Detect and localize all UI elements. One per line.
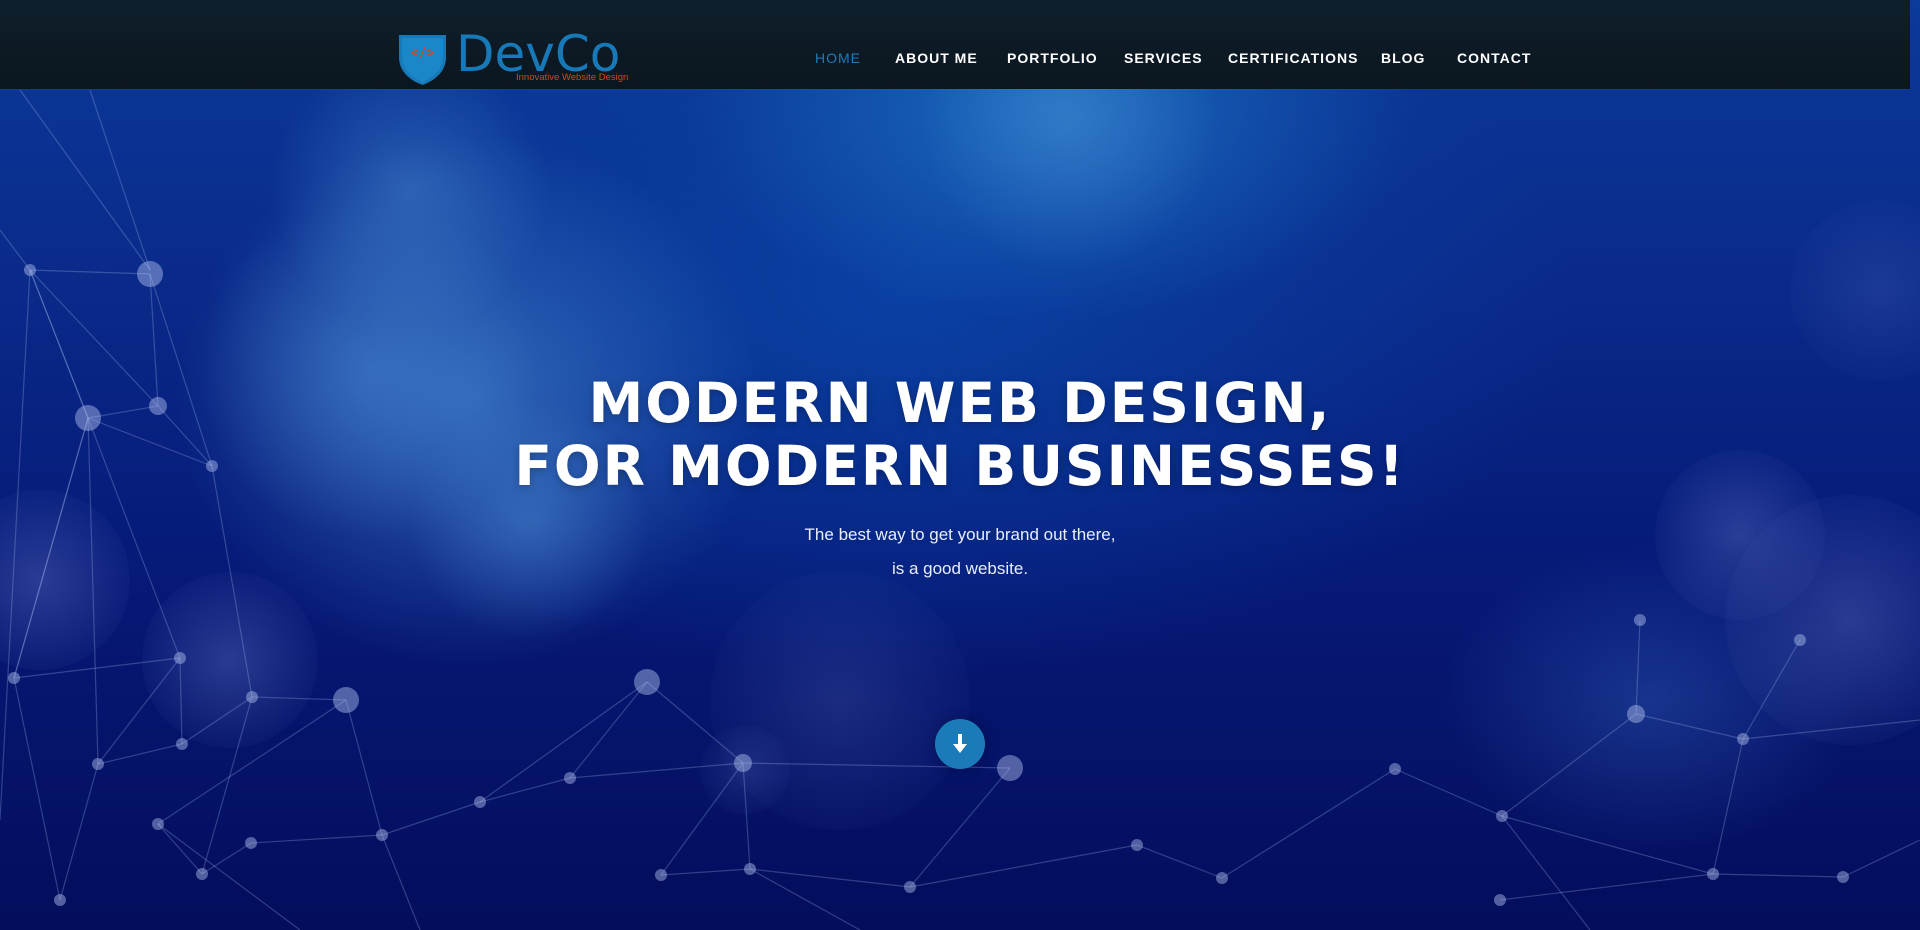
- nav-item-about-me[interactable]: ABOUT ME: [895, 48, 978, 68]
- scroll-down-button[interactable]: [935, 719, 985, 769]
- page: </> DevCo Innovative Website Design HOME…: [0, 0, 1920, 930]
- nav-item-contact[interactable]: CONTACT: [1457, 48, 1531, 68]
- hero-title-line-2: FOR MODERN BUSINESSES!: [514, 434, 1406, 498]
- nav-item-certifications[interactable]: CERTIFICATIONS: [1228, 48, 1358, 68]
- hero-subtitle: The best way to get your brand out there…: [0, 518, 1920, 586]
- hero-title: MODERN WEB DESIGN, FOR MODERN BUSINESSES…: [0, 372, 1920, 498]
- brand-tagline: Innovative Website Design: [516, 72, 629, 83]
- nav-item-home[interactable]: HOME: [815, 48, 861, 68]
- nav-item-portfolio[interactable]: PORTFOLIO: [1007, 48, 1098, 68]
- hero-subtitle-line-1: The best way to get your brand out there…: [804, 525, 1116, 544]
- hero-title-line-1: MODERN WEB DESIGN,: [588, 371, 1332, 435]
- arrow-down-icon: [953, 734, 967, 753]
- main-nav: HOME ABOUT ME PORTFOLIO SERVICES CERTIFI…: [0, 48, 1910, 68]
- nav-item-services[interactable]: SERVICES: [1124, 48, 1203, 68]
- hero-subtitle-line-2: is a good website.: [891, 559, 1029, 578]
- nav-item-blog[interactable]: BLOG: [1381, 48, 1425, 68]
- top-navbar: </> DevCo Innovative Website Design HOME…: [0, 0, 1910, 89]
